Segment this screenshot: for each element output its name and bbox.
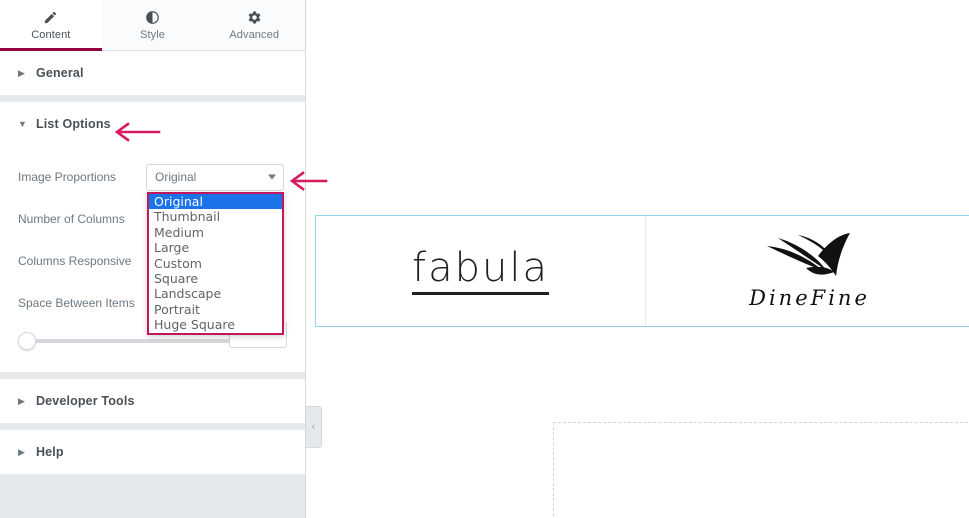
pencil-icon (42, 9, 59, 26)
tab-style-label: Style (140, 29, 165, 41)
image-proportions-select[interactable]: Original (146, 163, 284, 191)
image-proportions-label: Image Proportions (18, 170, 117, 184)
dropdown-option-landscape[interactable]: Landscape (149, 286, 282, 301)
space-between-items-slider[interactable] (18, 332, 240, 350)
gallery-item-dinefine[interactable]: DineFine (645, 216, 969, 326)
dropdown-option-portrait[interactable]: Portrait (149, 302, 282, 317)
logo-gallery-widget[interactable]: fabula DineFine (315, 215, 969, 327)
fabula-logo: fabula (412, 247, 549, 295)
chevron-right-icon: ▶ (18, 446, 25, 457)
gallery-item-fabula[interactable]: fabula (316, 216, 645, 326)
panel-tabs: Content Style Advanced (0, 0, 305, 51)
dinefine-logo: DineFine (749, 232, 870, 310)
section-divider (0, 423, 305, 430)
empty-dropzone-placeholder[interactable] (553, 422, 969, 518)
dropdown-option-large[interactable]: Large (149, 240, 282, 255)
preview-canvas: fabula DineFine (307, 0, 969, 518)
number-of-columns-label: Number of Columns (18, 212, 125, 226)
section-divider (0, 95, 305, 102)
leaf-arrow-mark-icon (762, 232, 858, 284)
section-developer-tools[interactable]: ▶ Developer Tools (0, 379, 305, 423)
section-developer-tools-label: Developer Tools (36, 394, 135, 408)
columns-responsive-label: Columns Responsive (18, 254, 132, 268)
image-proportions-dropdown-list[interactable]: Original Thumbnail Medium Large Custom S… (147, 192, 284, 335)
dinefine-wordmark: DineFine (749, 286, 870, 310)
dropdown-option-medium[interactable]: Medium (149, 225, 282, 240)
chevron-down-icon (268, 174, 276, 180)
section-general-label: General (36, 66, 84, 80)
tab-advanced[interactable]: Advanced (203, 0, 305, 50)
dropdown-option-huge-square[interactable]: Huge Square (149, 317, 282, 332)
chevron-left-icon: ‹ (311, 420, 316, 433)
space-between-items-label: Space Between Items (18, 296, 135, 310)
section-help-label: Help (36, 445, 64, 459)
editor-screen: Content Style Advanced ▶ General ▼ List … (0, 0, 969, 518)
section-help[interactable]: ▶ Help (0, 430, 305, 474)
tab-advanced-label: Advanced (229, 29, 280, 41)
chevron-down-icon: ▼ (18, 118, 27, 129)
panel-collapse-handle[interactable]: ‹ (306, 406, 322, 448)
section-divider (0, 372, 305, 379)
section-general[interactable]: ▶ General (0, 51, 305, 95)
dropdown-option-square[interactable]: Square (149, 271, 282, 286)
slider-thumb[interactable] (18, 332, 36, 350)
contrast-icon (144, 9, 161, 26)
image-proportions-value: Original (155, 170, 197, 184)
gear-icon (246, 9, 263, 26)
section-list-options[interactable]: ▼ List Options (0, 102, 305, 146)
tab-content[interactable]: Content (0, 0, 102, 51)
dropdown-option-original[interactable]: Original (149, 194, 282, 210)
tab-style[interactable]: Style (101, 0, 204, 50)
chevron-right-icon: ▶ (18, 395, 25, 406)
tab-content-label: Content (31, 29, 71, 41)
editor-sidebar-panel: Content Style Advanced ▶ General ▼ List … (0, 0, 306, 518)
section-list-options-label: List Options (36, 117, 111, 131)
chevron-right-icon: ▶ (18, 67, 25, 78)
dropdown-option-thumbnail[interactable]: Thumbnail (149, 209, 282, 224)
dropdown-option-custom[interactable]: Custom (149, 256, 282, 271)
